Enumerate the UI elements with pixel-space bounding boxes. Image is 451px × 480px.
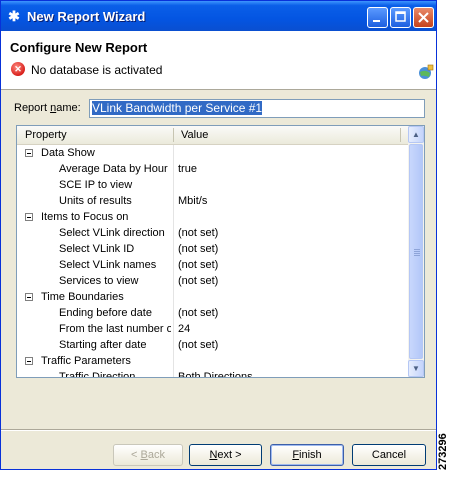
- property-row[interactable]: Services to view (not set): [17, 273, 408, 289]
- property-row[interactable]: Units of results Mbit/s: [17, 193, 408, 209]
- column-divider[interactable]: [173, 128, 174, 142]
- minimize-button[interactable]: [367, 7, 388, 28]
- property-name: Starting after date: [59, 339, 147, 351]
- property-name: Ending before date: [59, 307, 152, 319]
- next-button[interactable]: Next >: [189, 444, 262, 466]
- cancel-button[interactable]: Cancel: [352, 444, 426, 466]
- column-divider: [400, 128, 401, 142]
- collapse-icon[interactable]: [25, 213, 33, 221]
- category-row[interactable]: Time Boundaries: [17, 289, 408, 305]
- property-value[interactable]: true: [178, 163, 197, 175]
- property-name: Select VLink ID: [59, 243, 135, 255]
- category-row[interactable]: Traffic Parameters: [17, 353, 408, 369]
- wizard-header: Configure New Report ✕ No database is ac…: [1, 31, 436, 90]
- divider: [1, 429, 436, 431]
- wizard-window: ✱ New Report Wizard Configure New Report…: [0, 0, 437, 470]
- property-value[interactable]: Mbit/s: [178, 195, 207, 207]
- maximize-button[interactable]: [390, 7, 411, 28]
- category-label: Time Boundaries: [41, 291, 124, 303]
- status-message: No database is activated: [31, 63, 163, 77]
- window-title: New Report Wizard: [27, 9, 146, 24]
- back-button[interactable]: < Back: [113, 444, 183, 466]
- column-header-property[interactable]: Property: [25, 129, 67, 141]
- property-name: Traffic Direction: [59, 371, 136, 378]
- report-name-label: Report name:: [14, 102, 81, 114]
- scroll-up-button[interactable]: ▲: [408, 126, 424, 143]
- property-row[interactable]: Select VLink names (not set): [17, 257, 408, 273]
- property-value[interactable]: (not set): [178, 243, 218, 255]
- property-name: SCE IP to view: [59, 179, 133, 191]
- property-row[interactable]: Starting after date (not set): [17, 337, 408, 353]
- vertical-scrollbar[interactable]: ▲ ▼: [408, 126, 424, 377]
- category-label: Data Show: [41, 147, 95, 159]
- properties-table[interactable]: Property Value Data Show Average Data by …: [16, 125, 425, 378]
- collapse-icon[interactable]: [25, 149, 33, 157]
- finish-button[interactable]: Finish: [270, 444, 344, 466]
- property-value[interactable]: (not set): [178, 339, 218, 351]
- property-name: From the last number o: [59, 323, 171, 335]
- category-label: Items to Focus on: [41, 211, 129, 223]
- property-value[interactable]: (not set): [178, 307, 218, 319]
- property-value[interactable]: (not set): [178, 227, 218, 239]
- report-name-input[interactable]: VLink Bandwidth per Service #1: [89, 99, 425, 118]
- property-value[interactable]: (not set): [178, 275, 218, 287]
- property-value[interactable]: 24: [178, 323, 190, 335]
- property-row[interactable]: Select VLink ID (not set): [17, 241, 408, 257]
- scroll-thumb[interactable]: [409, 144, 423, 359]
- title-bar[interactable]: ✱ New Report Wizard: [1, 1, 436, 31]
- property-value[interactable]: (not set): [178, 259, 218, 271]
- scroll-down-button[interactable]: ▼: [408, 360, 424, 377]
- category-label: Traffic Parameters: [41, 355, 131, 367]
- column-header-value[interactable]: Value: [181, 129, 208, 141]
- report-name-value: VLink Bandwidth per Service #1: [92, 101, 263, 115]
- category-row[interactable]: Items to Focus on: [17, 209, 408, 225]
- page-title: Configure New Report: [10, 40, 148, 55]
- collapse-icon[interactable]: [25, 357, 33, 365]
- property-name: Select VLink names: [59, 259, 157, 271]
- property-value[interactable]: Both Directions: [178, 371, 253, 377]
- property-name: Select VLink direction: [59, 227, 165, 239]
- property-row[interactable]: Ending before date (not set): [17, 305, 408, 321]
- property-row[interactable]: From the last number o 24: [17, 321, 408, 337]
- collapse-icon[interactable]: [25, 293, 33, 301]
- property-row[interactable]: Average Data by Hour true: [17, 161, 408, 177]
- wizard-globe-icon: [419, 64, 434, 79]
- property-row[interactable]: Select VLink direction (not set): [17, 225, 408, 241]
- table-rows: Data Show Average Data by Hour true SCE IP …: [17, 145, 408, 378]
- category-row[interactable]: Data Show: [17, 145, 408, 161]
- error-icon: ✕: [11, 62, 25, 76]
- figure-id: 273296: [437, 433, 449, 470]
- gear-icon: ✱: [8, 8, 20, 24]
- close-button[interactable]: [413, 7, 434, 28]
- grip-icon: [414, 249, 420, 256]
- property-name: Services to view: [59, 275, 139, 287]
- property-name: Units of results: [59, 195, 132, 207]
- property-row[interactable]: Traffic Direction Both Directions: [17, 369, 408, 378]
- table-header: Property Value: [17, 126, 408, 145]
- property-name: Average Data by Hour: [59, 163, 168, 175]
- property-row[interactable]: SCE IP to view: [17, 177, 408, 193]
